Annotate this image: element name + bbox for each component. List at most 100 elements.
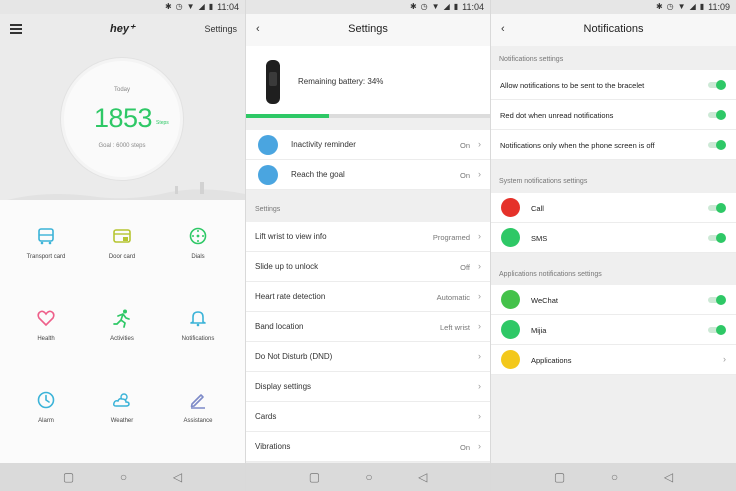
chevron-right-icon: › bbox=[478, 441, 481, 451]
screen-off-toggle[interactable] bbox=[708, 140, 726, 150]
heart-rate-row[interactable]: Heart rate detection Automatic › bbox=[246, 282, 490, 312]
allow-notifications-toggle[interactable] bbox=[708, 80, 726, 90]
row-label: Lift wrist to view info bbox=[255, 232, 327, 241]
row-label: Band location bbox=[255, 322, 304, 331]
door-card-icon bbox=[113, 229, 131, 243]
feature-grid: Transport card Door card Dials Health Ac… bbox=[0, 200, 245, 463]
display-settings-row[interactable]: Display settings › bbox=[246, 372, 490, 402]
call-toggle[interactable] bbox=[708, 203, 726, 213]
heart-icon bbox=[37, 310, 55, 327]
wifi-icon: ▼ bbox=[677, 2, 686, 11]
bluetooth-icon: ✱ bbox=[409, 2, 417, 11]
sms-toggle[interactable] bbox=[708, 233, 726, 243]
cloud-sun-icon bbox=[113, 393, 130, 407]
home-button-icon[interactable]: ○ bbox=[365, 471, 372, 483]
row-value: On bbox=[459, 141, 470, 150]
battery-progress-fill bbox=[246, 114, 330, 118]
back-button-icon[interactable]: ◁ bbox=[173, 471, 182, 483]
status-bar: ✱ ◷ ▼ ◢ ▮ 11:04 bbox=[246, 0, 490, 14]
signal-icon: ◢ bbox=[443, 2, 450, 11]
tile-dials[interactable]: Dials bbox=[158, 200, 238, 280]
tile-label: Alarm bbox=[38, 418, 54, 424]
tile-door-card[interactable]: Door card bbox=[82, 200, 162, 280]
recents-button-icon[interactable]: ▢ bbox=[554, 471, 565, 483]
tile-assistance[interactable]: Assistance bbox=[158, 364, 238, 444]
notifications-header: ‹ Notifications bbox=[491, 14, 736, 46]
red-dot-toggle[interactable] bbox=[708, 110, 726, 120]
menu-icon[interactable] bbox=[10, 24, 22, 34]
steps-circle[interactable]: Today 1853 Steps Goal : 6000 steps bbox=[61, 58, 183, 180]
status-bar: ✱ ◷ ▼ ◢ ▮ 11:04 bbox=[0, 0, 245, 14]
tile-label: Notifications bbox=[181, 336, 215, 342]
back-button-icon[interactable]: ◁ bbox=[418, 471, 427, 483]
tile-label: Activities bbox=[110, 336, 134, 342]
lift-wrist-row[interactable]: Lift wrist to view info Programed › bbox=[246, 222, 490, 252]
settings-section-header: Settings bbox=[246, 192, 490, 222]
slide-unlock-row[interactable]: Slide up to unlock Off › bbox=[246, 252, 490, 282]
band-location-row[interactable]: Band location Left wrist › bbox=[246, 312, 490, 342]
mijia-row: Mijia bbox=[491, 315, 736, 345]
tile-label: Dials bbox=[191, 254, 205, 260]
row-value: On bbox=[459, 443, 470, 452]
applications-row[interactable]: Applications › bbox=[491, 345, 736, 375]
step-count: 1853 bbox=[94, 103, 153, 133]
back-button-icon[interactable]: ◁ bbox=[664, 471, 673, 483]
tile-label: Weather bbox=[110, 418, 134, 424]
row-value: Programed bbox=[432, 233, 470, 242]
runner-icon bbox=[113, 309, 130, 328]
page-title: Notifications bbox=[583, 23, 644, 35]
bell-icon bbox=[190, 311, 206, 327]
app-logo: hey⁺ bbox=[110, 23, 135, 35]
wifi-icon: ▼ bbox=[431, 2, 440, 11]
reach-goal-row[interactable]: Reach the goal On › bbox=[246, 160, 490, 190]
row-label: Allow notifications to be sent to the br… bbox=[500, 81, 645, 90]
row-label: SMS bbox=[531, 234, 548, 243]
tile-activities[interactable]: Activities bbox=[82, 282, 162, 362]
tile-transport-card[interactable]: Transport card bbox=[6, 200, 86, 280]
notifications-panel: ✱ ◷ ▼ ◢ ▮ 11:09 ‹ Notifications Notifica… bbox=[490, 0, 736, 491]
status-time: 11:04 bbox=[217, 2, 239, 12]
row-label: Heart rate detection bbox=[255, 292, 326, 301]
row-value: Left wrist bbox=[439, 323, 470, 332]
sms-icon bbox=[501, 228, 520, 247]
recents-button-icon[interactable]: ▢ bbox=[63, 471, 74, 483]
tile-label: Health bbox=[37, 336, 55, 342]
alarm-icon: ◷ bbox=[175, 2, 183, 11]
tile-health[interactable]: Health bbox=[6, 282, 86, 362]
row-label: Vibrations bbox=[255, 442, 291, 451]
home-panel: ✱ ◷ ▼ ◢ ▮ 11:04 hey⁺ Settings Today 1853… bbox=[0, 0, 245, 491]
tile-alarm[interactable]: Alarm bbox=[6, 364, 86, 444]
today-label: Today bbox=[113, 87, 130, 93]
row-label: Display settings bbox=[255, 382, 312, 391]
vibrations-row[interactable]: Vibrations On › bbox=[246, 432, 490, 462]
wechat-toggle[interactable] bbox=[708, 295, 726, 305]
home-button-icon[interactable]: ○ bbox=[611, 471, 618, 483]
chevron-right-icon: › bbox=[478, 139, 481, 149]
cards-row[interactable]: Cards › bbox=[246, 402, 490, 432]
settings-link[interactable]: Settings bbox=[204, 24, 237, 34]
battery-icon: ▮ bbox=[453, 2, 459, 11]
inactivity-reminder-row[interactable]: Inactivity reminder On › bbox=[246, 130, 490, 160]
tile-weather[interactable]: Weather bbox=[82, 364, 162, 444]
chevron-right-icon: › bbox=[478, 411, 481, 421]
recents-button-icon[interactable]: ▢ bbox=[309, 471, 320, 483]
mijia-toggle[interactable] bbox=[708, 325, 726, 335]
home-button-icon[interactable]: ○ bbox=[120, 471, 127, 483]
alarm-icon: ◷ bbox=[666, 2, 674, 11]
battery-text: Remaining battery: 34% bbox=[298, 77, 384, 86]
row-value: On bbox=[459, 171, 470, 180]
battery-progress-bar bbox=[246, 114, 490, 118]
tile-notifications[interactable]: Notifications bbox=[158, 282, 238, 362]
section-label: System notifications settings bbox=[499, 178, 588, 185]
home-header: hey⁺ Settings bbox=[0, 22, 245, 38]
phone-icon bbox=[501, 198, 520, 217]
allow-notifications-row: Allow notifications to be sent to the br… bbox=[491, 70, 736, 100]
chevron-right-icon: › bbox=[478, 291, 481, 301]
dial-icon bbox=[189, 227, 207, 245]
row-label: Call bbox=[531, 204, 544, 213]
system-nav-bar: ▢ ○ ◁ bbox=[491, 463, 736, 491]
bus-icon bbox=[38, 228, 54, 245]
dnd-row[interactable]: Do Not Disturb (DND) › bbox=[246, 342, 490, 372]
section-label: Notifications settings bbox=[499, 56, 564, 63]
row-value: Off bbox=[460, 263, 470, 272]
